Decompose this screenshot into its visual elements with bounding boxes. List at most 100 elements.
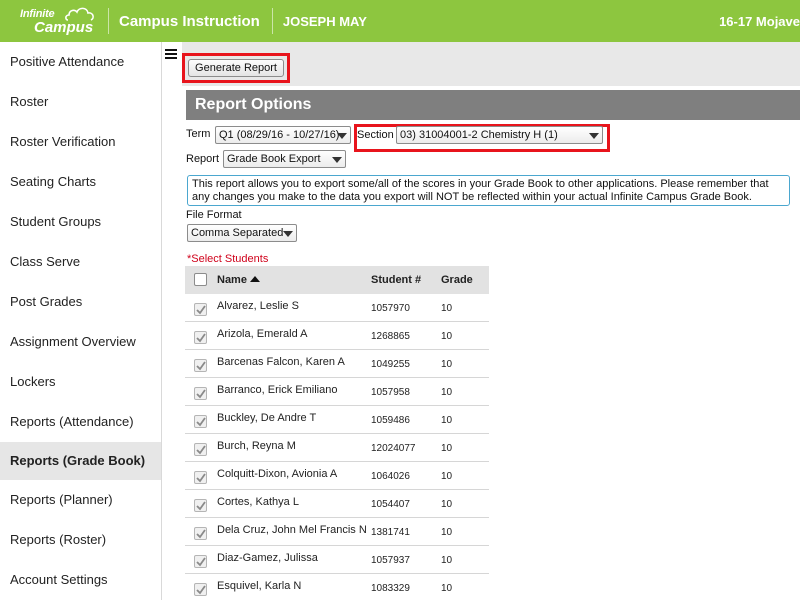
sidebar-item-reports-planner[interactable]: Reports (Planner) [0, 480, 161, 520]
student-name: Burch, Reyna M [217, 440, 296, 452]
sidebar-item-reports-roster[interactable]: Reports (Roster) [0, 520, 161, 560]
student-grade: 10 [441, 583, 453, 594]
checkmark-icon [196, 389, 206, 399]
report-select-value: Grade Book Export [227, 153, 321, 165]
student-number: 1083329 [371, 583, 410, 594]
school-year-selector[interactable]: 16-17 Mojave [719, 14, 800, 29]
student-checkbox[interactable] [194, 331, 207, 344]
student-name: Dela Cruz, John Mel Francis N [217, 524, 367, 536]
sidebar-item-seating-charts[interactable]: Seating Charts [0, 162, 161, 202]
sidebar-item-student-groups[interactable]: Student Groups [0, 202, 161, 242]
chevron-down-icon [332, 157, 342, 163]
student-number: 12024077 [371, 443, 416, 454]
student-number: 1064026 [371, 471, 410, 482]
checkmark-icon [196, 473, 206, 483]
checkmark-icon [196, 361, 206, 371]
section-select[interactable]: 03) 31004001-2 Chemistry H (1) [396, 126, 603, 144]
report-select[interactable]: Grade Book Export [223, 150, 346, 168]
checkmark-icon [196, 305, 206, 315]
logo-text-campus: Campus [34, 19, 94, 36]
column-header-grade[interactable]: Grade [441, 274, 473, 286]
student-name: Esquivel, Karla N [217, 580, 302, 592]
file-format-select[interactable]: Comma Separated [187, 224, 297, 242]
checkmark-icon [196, 529, 206, 539]
student-number: 1381741 [371, 527, 410, 538]
student-number: 1057970 [371, 303, 410, 314]
section-select-value: 03) 31004001-2 Chemistry H (1) [400, 129, 558, 141]
file-format-select-value: Comma Separated [191, 227, 284, 239]
term-select[interactable]: Q1 (08/29/16 - 10/27/16) [215, 126, 351, 144]
table-row: Dela Cruz, John Mel Francis N 1381741 10 [185, 518, 489, 546]
student-grade: 10 [441, 359, 453, 370]
checkmark-icon [196, 557, 206, 567]
student-name: Colquitt-Dixon, Avionia A [217, 468, 338, 480]
student-checkbox[interactable] [194, 583, 207, 596]
student-grade: 10 [441, 331, 453, 342]
table-header: Name Student # Grade [185, 266, 489, 294]
chevron-down-icon [337, 133, 347, 139]
sidebar-item-lockers[interactable]: Lockers [0, 362, 161, 402]
table-row: Arizola, Emerald A 1268865 10 [185, 322, 489, 350]
student-number: 1268865 [371, 331, 410, 342]
student-checkbox[interactable] [194, 527, 207, 540]
sidebar-item-reports-grade-book[interactable]: Reports (Grade Book) [0, 442, 161, 480]
sidebar-item-reports-attendance[interactable]: Reports (Attendance) [0, 402, 161, 442]
student-checkbox[interactable] [194, 415, 207, 428]
select-all-checkbox[interactable] [194, 273, 207, 286]
sidebar-item-account-settings[interactable]: Account Settings [0, 560, 161, 600]
sidebar-item-roster[interactable]: Roster [0, 82, 161, 122]
student-checkbox[interactable] [194, 471, 207, 484]
sidebar-item-assignment-overview[interactable]: Assignment Overview [0, 322, 161, 362]
table-row: Barranco, Erick Emiliano 1057958 10 [185, 378, 489, 406]
sort-ascending-icon [249, 276, 260, 282]
student-checkbox[interactable] [194, 499, 207, 512]
checkmark-icon [196, 417, 206, 427]
student-grade: 10 [441, 471, 453, 482]
student-checkbox[interactable] [194, 555, 207, 568]
select-students-label: *Select Students [187, 253, 269, 265]
column-header-name[interactable]: Name [217, 274, 260, 286]
section-label: Section [357, 129, 394, 141]
generate-report-highlight: Generate Report [182, 53, 290, 83]
sidebar-nav: Positive Attendance Roster Roster Verifi… [0, 42, 162, 600]
student-name: Alvarez, Leslie S [217, 300, 299, 312]
column-header-name-label: Name [217, 274, 247, 286]
student-checkbox[interactable] [194, 443, 207, 456]
main-content: Generate Report Report Options Term Q1 (… [162, 42, 800, 600]
checkmark-icon [196, 445, 206, 455]
report-label: Report [186, 153, 220, 165]
table-row: Cortes, Kathya L 1054407 10 [185, 490, 489, 518]
student-checkbox[interactable] [194, 303, 207, 316]
student-checkbox[interactable] [194, 359, 207, 372]
student-name: Barcenas Falcon, Karen A [217, 356, 345, 368]
student-name: Barranco, Erick Emiliano [217, 384, 338, 396]
student-grade: 10 [441, 555, 453, 566]
app-title[interactable]: Campus Instruction [109, 13, 272, 30]
checkmark-icon [196, 333, 206, 343]
student-checkbox[interactable] [194, 387, 207, 400]
table-row: Colquitt-Dixon, Avionia A 1064026 10 [185, 462, 489, 490]
table-row: Esquivel, Karla N 1083329 10 [185, 574, 489, 600]
sidebar-item-class-serve[interactable]: Class Serve [0, 242, 161, 282]
student-grade: 10 [441, 415, 453, 426]
user-name[interactable]: JOSEPH MAY [273, 14, 367, 29]
sidebar-item-roster-verification[interactable]: Roster Verification [0, 122, 161, 162]
student-grade: 10 [441, 443, 453, 454]
chevron-down-icon [589, 133, 599, 139]
column-header-student-number[interactable]: Student # [371, 274, 421, 286]
student-number: 1057937 [371, 555, 410, 566]
hamburger-menu-icon[interactable] [165, 49, 177, 59]
generate-report-button[interactable]: Generate Report [188, 59, 284, 77]
table-row: Diaz-Gamez, Julissa 1057937 10 [185, 546, 489, 574]
student-name: Cortes, Kathya L [217, 496, 299, 508]
sidebar-item-post-grades[interactable]: Post Grades [0, 282, 161, 322]
student-grade: 10 [441, 527, 453, 538]
info-message: This report allows you to export some/al… [187, 175, 790, 206]
report-toolbar: Generate Report [182, 42, 800, 86]
infinite-campus-logo[interactable]: Infinite Campus [8, 0, 108, 42]
term-select-value: Q1 (08/29/16 - 10/27/16) [219, 129, 340, 141]
table-row: Barcenas Falcon, Karen A 1049255 10 [185, 350, 489, 378]
chevron-down-icon [283, 231, 293, 237]
student-number: 1054407 [371, 499, 410, 510]
sidebar-item-positive-attendance[interactable]: Positive Attendance [0, 42, 161, 82]
